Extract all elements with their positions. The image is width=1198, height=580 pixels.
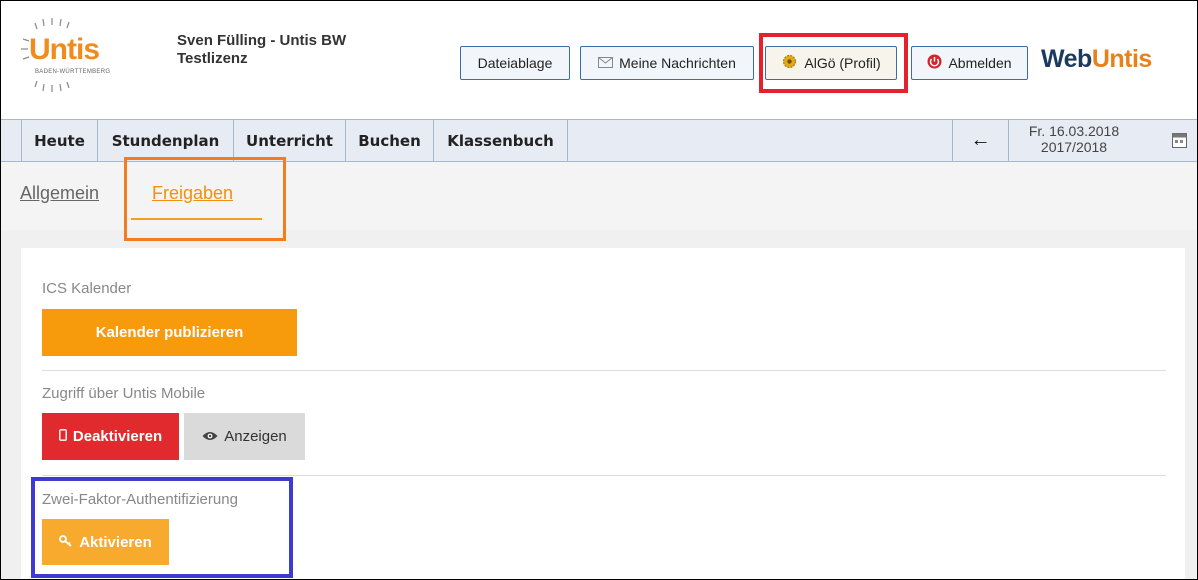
logo-text: Untis [29, 33, 100, 66]
date-display[interactable]: Fr. 16.03.2018 2017/2018 [1009, 123, 1139, 155]
logo-subtext: BADEN-WÜRTTEMBERG [35, 69, 111, 75]
envelope-icon [598, 55, 614, 71]
highlight-profile [759, 33, 908, 93]
header: Untis BADEN-WÜRTTEMBERG Sven Fülling - U… [1, 1, 1197, 119]
deactivate-button[interactable]: Deaktivieren [42, 413, 179, 460]
highlight-shares-tab [124, 157, 286, 241]
divider [42, 475, 1166, 476]
nav-item-buchen[interactable]: Buchen [346, 120, 434, 161]
app-frame: Untis BADEN-WÜRTTEMBERG Sven Fülling - U… [0, 0, 1198, 580]
calendar-icon[interactable] [1172, 132, 1187, 148]
untis-logo[interactable]: Untis BADEN-WÜRTTEMBERG [15, 15, 155, 105]
webuntis-brand: WebUntis [1041, 45, 1152, 74]
highlight-2fa [31, 477, 293, 578]
nav-item-klassenbuch[interactable]: Klassenbuch [434, 120, 568, 161]
nav-item-heute[interactable]: Heute [21, 120, 98, 161]
main-nav: Heute Stundenplan Unterricht Buchen Klas… [1, 119, 1197, 162]
current-date: Fr. 16.03.2018 [1028, 123, 1120, 139]
arrow-left-icon[interactable]: ← [952, 120, 1009, 161]
tab-general[interactable]: Allgemein [20, 183, 99, 204]
user-name: Sven Fülling - Untis BW Testlizenz [177, 32, 347, 67]
messages-button-label: Meine Nachrichten [619, 55, 736, 71]
brand-web: Web [1041, 45, 1092, 73]
power-icon [927, 54, 942, 72]
nav-item-unterricht[interactable]: Unterricht [234, 120, 346, 161]
deactivate-label: Deaktivieren [72, 428, 163, 445]
files-button-label: Dateiablage [477, 55, 553, 71]
files-button[interactable]: Dateiablage [460, 46, 570, 80]
show-label: Anzeigen [224, 428, 287, 445]
school-year: 2017/2018 [1040, 139, 1108, 155]
ics-section-label: ICS Kalender [42, 280, 132, 297]
publish-calendar-button[interactable]: Kalender publizieren [42, 309, 297, 356]
eye-icon [202, 428, 218, 445]
publish-calendar-label: Kalender publizieren [95, 324, 244, 341]
divider [42, 370, 1166, 371]
logout-button-label: Abmelden [948, 55, 1012, 71]
mobile-section-label: Zugriff über Untis Mobile [42, 385, 206, 402]
messages-button[interactable]: Meine Nachrichten [580, 46, 754, 80]
logout-button[interactable]: Abmelden [911, 46, 1028, 80]
nav-item-stundenplan[interactable]: Stundenplan [98, 120, 234, 161]
show-button[interactable]: Anzeigen [184, 413, 305, 460]
phone-icon [58, 428, 67, 445]
brand-untis: Untis [1091, 45, 1153, 73]
